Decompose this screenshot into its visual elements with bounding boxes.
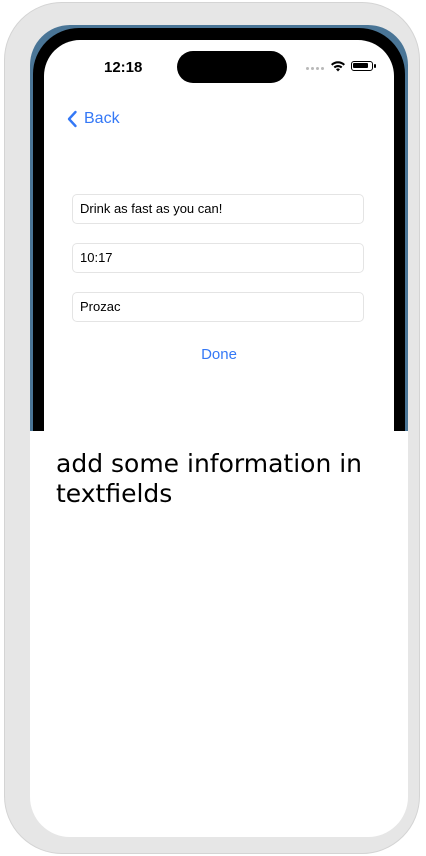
instruction-caption: add some information in textfields xyxy=(56,449,363,508)
signal-dots-icon xyxy=(306,65,326,71)
dynamic-island xyxy=(177,51,287,83)
phone-screen: 12:18 Back Drink as fast as you can! 10:… xyxy=(44,40,394,431)
status-time: 12:18 xyxy=(104,59,143,76)
device-display: 12:18 Back Drink as fast as you can! 10:… xyxy=(30,25,408,837)
wifi-icon xyxy=(331,61,345,72)
back-label: Back xyxy=(84,110,120,127)
done-button[interactable]: Done xyxy=(44,346,394,363)
app-screenshot: 12:18 Back Drink as fast as you can! 10:… xyxy=(30,25,408,431)
chevron-left-icon xyxy=(67,110,77,128)
battery-icon xyxy=(351,61,376,71)
device-frame: 12:18 Back Drink as fast as you can! 10:… xyxy=(4,2,420,854)
activity-text-field[interactable]: Drink as fast as you can! xyxy=(72,194,364,224)
time-text-field[interactable]: 10:17 xyxy=(72,243,364,273)
back-button[interactable]: Back xyxy=(66,110,120,128)
medication-text-field[interactable]: Prozac xyxy=(72,292,364,322)
